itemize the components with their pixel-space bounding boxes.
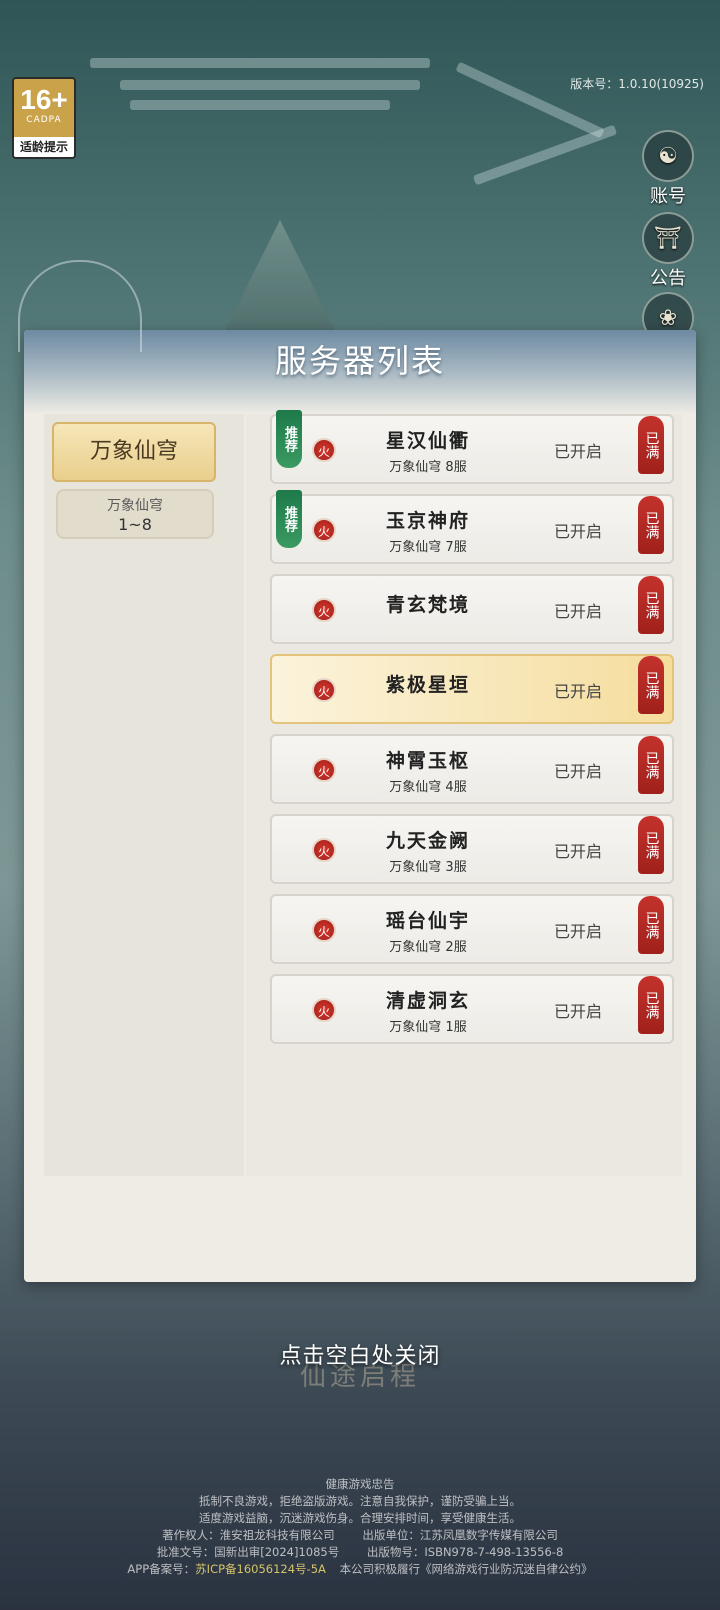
full-tag: 已满	[638, 976, 664, 1034]
footer-line2: 适度游戏益脑，沉迷游戏伤身。合理安排时间，享受健康生活。	[199, 1511, 521, 1525]
footer-publisher: 出版单位：江苏凤凰数字传媒有限公司	[362, 1528, 558, 1542]
zone-list: 万象仙穹 万象仙穹 1~8	[44, 414, 244, 1176]
age-number: 16+	[20, 84, 68, 115]
server-status: 已开启	[554, 922, 603, 941]
server-name: 清虚洞玄	[385, 990, 470, 1012]
version-label: 版本号：1.0.10(10925)	[570, 77, 704, 91]
server-sub: 万象仙穹 4服	[389, 780, 467, 795]
server-status: 已开启	[554, 682, 603, 701]
fire-icon: 火	[312, 998, 336, 1022]
footer-approval-row: 批准文号：国新出审[2024]1085号 出版物号：ISBN978-7-498-…	[0, 1544, 720, 1561]
account-label: 账号	[650, 186, 686, 207]
full-tag: 已满	[638, 416, 664, 474]
notice-label: 公告	[650, 268, 686, 289]
full-tag: 已满	[638, 576, 664, 634]
server-item-selected[interactable]: 火 紫极星垣 已开启 已满	[270, 654, 674, 724]
age-org: CADPA	[26, 115, 62, 125]
fire-icon: 火	[312, 758, 336, 782]
footer-line1: 抵制不良游戏，拒绝盗版游戏。注意自我保护，谨防受骗上当。	[199, 1494, 521, 1508]
footer-approval: 批准文号：国新出审[2024]1085号	[156, 1545, 340, 1559]
age-tip: 适龄提示	[14, 137, 74, 157]
account-button[interactable]: ☯ 账号	[640, 130, 696, 208]
age-rating-badge[interactable]: 16+ CADPA 适龄提示	[12, 77, 76, 159]
server-sub: 万象仙穹 7服	[389, 540, 467, 555]
notice-button[interactable]: ⛩ 公告	[640, 212, 696, 290]
footer-icp-link[interactable]: 苏ICP备16056124号-5A	[195, 1562, 326, 1576]
server-status: 已开启	[554, 522, 603, 541]
server-status: 已开启	[554, 1002, 603, 1021]
footer-isbn: 出版物号：ISBN978-7-498-13556-8	[366, 1545, 564, 1559]
server-name: 神霄玉枢	[385, 750, 470, 772]
server-item[interactable]: 火 九天金阙 万象仙穹 3服 已开启 已满	[270, 814, 674, 884]
footer-app-record-label: APP备案号：	[127, 1562, 196, 1576]
panel-title: 服务器列表	[274, 342, 445, 380]
notice-icon: ⛩	[642, 212, 694, 264]
footer-title: 健康游戏忠告	[325, 1477, 395, 1491]
full-tag: 已满	[638, 896, 664, 954]
fire-icon: 火	[312, 838, 336, 862]
server-item[interactable]: 火 瑶台仙宇 万象仙穹 2服 已开启 已满	[270, 894, 674, 964]
footer-copyright-row: 著作权人：淮安祖龙科技有限公司 出版单位：江苏凤凰数字传媒有限公司	[0, 1527, 720, 1544]
server-item[interactable]: 火 清虚洞玄 万象仙穹 1服 已开启 已满	[270, 974, 674, 1044]
close-hint[interactable]: 点击空白处关闭	[0, 1338, 720, 1370]
server-sub: 万象仙穹 3服	[389, 860, 467, 875]
server-sub: 万象仙穹 8服	[389, 460, 467, 475]
zone-tab-range[interactable]: 万象仙穹 1~8	[56, 489, 214, 539]
footer-record-row: APP备案号：苏ICP备16056124号-5A 本公司积极履行《网络游戏行业防…	[0, 1561, 720, 1578]
server-status: 已开启	[554, 762, 603, 781]
server-name: 玉京神府	[385, 510, 470, 532]
server-item[interactable]: 推荐 火 玉京神府 万象仙穹 7服 已开启 已满	[270, 490, 674, 564]
full-tag: 已满	[638, 736, 664, 794]
zone-sub-name: 万象仙穹	[107, 498, 163, 514]
zone-tab-active[interactable]: 万象仙穹	[52, 422, 216, 482]
panel-header: 服务器列表	[18, 260, 696, 414]
full-tag: 已满	[638, 816, 664, 874]
recommend-tag: 推荐	[276, 490, 302, 548]
full-tag: 已满	[638, 496, 664, 554]
server-sub: 万象仙穹 2服	[389, 940, 467, 955]
footer-pledge: 本公司积极履行《网络游戏行业防沉迷自律公约》	[339, 1562, 593, 1576]
server-status: 已开启	[554, 842, 603, 861]
server-item[interactable]: 推荐 火 星汉仙衢 万象仙穹 8服 已开启 已满	[270, 410, 674, 484]
server-name: 星汉仙衢	[385, 430, 470, 452]
account-icon: ☯	[642, 130, 694, 182]
server-name: 青玄梵境	[385, 594, 470, 616]
server-status: 已开启	[554, 602, 603, 621]
server-list: 推荐 火 星汉仙衢 万象仙穹 8服 已开启 已满 推荐 火 玉京神府 万象仙穹 …	[246, 410, 682, 1176]
server-name: 紫极星垣	[385, 674, 470, 696]
server-item[interactable]: 火 神霄玉枢 万象仙穹 4服 已开启 已满	[270, 734, 674, 804]
server-item[interactable]: 火 青玄梵境 已开启 已满	[270, 574, 674, 644]
server-list-panel: 服务器列表 万象仙穹 万象仙穹 1~8 推荐 火 星汉仙衢 万象仙穹 8服 已开…	[18, 260, 696, 1282]
server-name: 九天金阙	[385, 830, 470, 852]
recommend-tag: 推荐	[276, 410, 302, 468]
fire-icon: 火	[312, 438, 336, 462]
server-sub: 万象仙穹 1服	[389, 1020, 467, 1035]
server-status: 已开启	[554, 442, 603, 461]
footer-copyright: 著作权人：淮安祖龙科技有限公司	[162, 1528, 335, 1542]
server-name: 瑶台仙宇	[385, 910, 470, 932]
fire-icon: 火	[312, 518, 336, 542]
fire-icon: 火	[312, 918, 336, 942]
full-tag: 已满	[638, 656, 664, 714]
fire-icon: 火	[312, 598, 336, 622]
fire-icon: 火	[312, 678, 336, 702]
footer: 健康游戏忠告 抵制不良游戏，拒绝盗版游戏。注意自我保护，谨防受骗上当。 适度游戏…	[0, 1476, 720, 1578]
zone-sub-range: 1~8	[118, 515, 152, 534]
